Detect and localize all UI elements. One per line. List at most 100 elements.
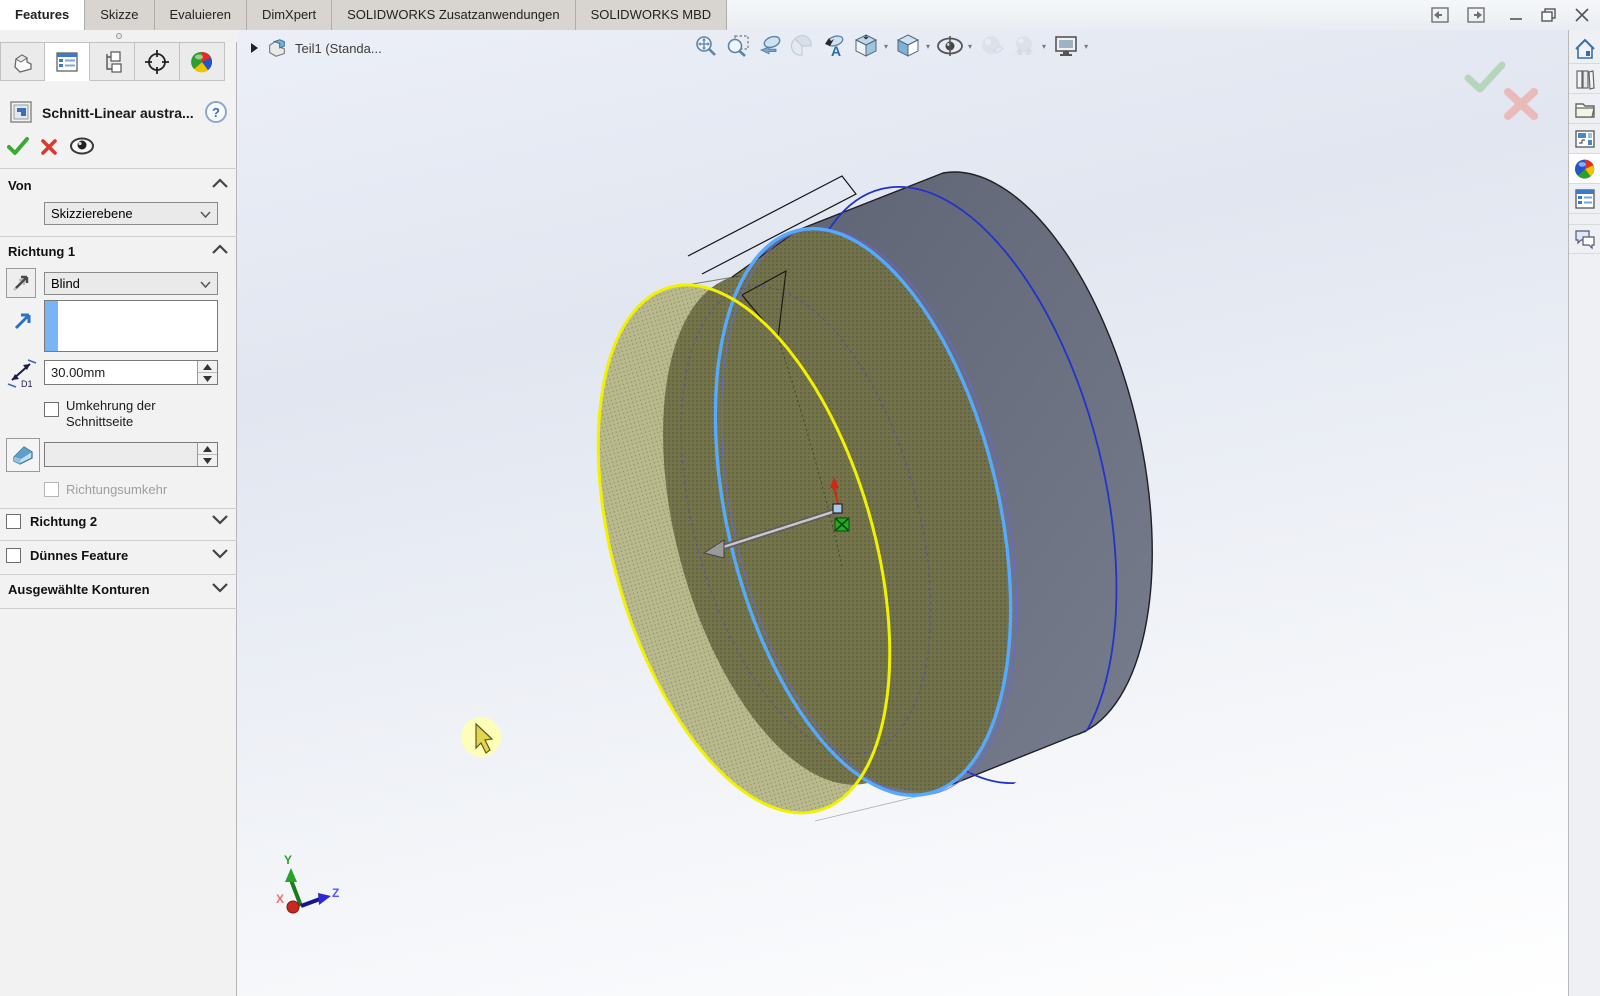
draft-reverse-checkbox bbox=[44, 482, 59, 497]
task-pane-home-button[interactable] bbox=[1569, 34, 1600, 64]
spinner-up-icon[interactable] bbox=[198, 443, 217, 455]
design-library-icon bbox=[1573, 67, 1597, 91]
folder-icon bbox=[1573, 97, 1597, 121]
draft-reverse-label: Richtungsumkehr bbox=[66, 482, 167, 498]
section-richtung2-label: Richtung 2 bbox=[30, 514, 97, 529]
task-pane-appearances-button[interactable] bbox=[1569, 154, 1600, 184]
cancel-button[interactable] bbox=[40, 138, 58, 156]
zoom-to-area-icon[interactable] bbox=[724, 32, 752, 60]
depth-d1-icon: D1 bbox=[4, 358, 40, 388]
end-condition-dropdown[interactable]: Blind bbox=[44, 272, 218, 295]
part-name-label: Teil1 (Standa... bbox=[295, 41, 382, 56]
von-dropdown-value: Skizzierebene bbox=[51, 206, 133, 221]
restore-icon[interactable] bbox=[1540, 7, 1558, 23]
tab-displaymanager[interactable] bbox=[180, 42, 225, 81]
view-orientation-icon[interactable] bbox=[852, 32, 880, 60]
dynamic-annotation-views-icon[interactable]: A bbox=[820, 32, 848, 60]
minimize-icon[interactable] bbox=[1508, 7, 1524, 23]
direction-selection-box[interactable] bbox=[44, 300, 218, 352]
window-controls bbox=[1430, 0, 1590, 30]
preview-eye-button[interactable] bbox=[68, 135, 96, 157]
configuration-icon bbox=[99, 49, 125, 75]
tab-configurationmanager[interactable] bbox=[90, 42, 135, 81]
part-document-icon bbox=[266, 37, 288, 59]
collapse-von-chevron-icon[interactable] bbox=[211, 178, 229, 189]
task-pane-file-explorer-button[interactable] bbox=[1569, 94, 1600, 124]
expand-richtung2-chevron-icon[interactable] bbox=[211, 514, 229, 525]
depth-spinner[interactable] bbox=[197, 361, 217, 384]
display-style-icon[interactable] bbox=[894, 32, 922, 60]
tab-solidworks-mbd[interactable]: SOLIDWORKS MBD bbox=[576, 0, 728, 30]
tab-dimxpert[interactable]: DimXpert bbox=[247, 0, 332, 30]
tab-skizze[interactable]: Skizze bbox=[85, 0, 154, 30]
reverse-direction-icon bbox=[10, 272, 32, 294]
svg-text:A: A bbox=[831, 43, 841, 58]
tab-zusatzanwendungen[interactable]: SOLIDWORKS Zusatzanwendungen bbox=[332, 0, 575, 30]
help-button[interactable]: ? bbox=[205, 101, 227, 123]
triad-z-label: Z bbox=[332, 886, 339, 900]
spinner-down-icon[interactable] bbox=[198, 373, 217, 384]
hide-show-items-icon[interactable] bbox=[936, 32, 964, 60]
section-thin-feature-label: Dünnes Feature bbox=[30, 548, 128, 563]
tab-featuremanager-tree[interactable] bbox=[0, 42, 45, 81]
dropdown-arrow-icon[interactable]: ▾ bbox=[1084, 42, 1088, 51]
previous-view-icon[interactable] bbox=[756, 32, 784, 60]
model-scene: Y Z X bbox=[237, 30, 1568, 996]
triad-x-label: X bbox=[276, 892, 284, 906]
tab-dimxpertmanager[interactable] bbox=[135, 42, 180, 81]
property-manager-panel: Schnitt-Linear austra... ? Von Skizziere… bbox=[0, 42, 237, 996]
dropdown-arrow-icon[interactable]: ▾ bbox=[884, 42, 888, 51]
panel-splitter-top[interactable] bbox=[0, 30, 248, 42]
confirm-cancel-icon bbox=[1508, 92, 1534, 116]
dropdown-arrow-icon[interactable]: ▾ bbox=[968, 42, 972, 51]
part-prism-icon bbox=[10, 49, 36, 75]
triad-y-label: Y bbox=[284, 853, 292, 867]
view-settings-icon[interactable] bbox=[1052, 32, 1080, 60]
collapse-right-icon[interactable] bbox=[1466, 6, 1486, 24]
task-pane-comments-button[interactable] bbox=[1569, 224, 1600, 254]
depth-value-field[interactable]: 30.00mm bbox=[44, 360, 218, 385]
collapse-left-icon[interactable] bbox=[1430, 6, 1450, 24]
draft-angle-spinner[interactable] bbox=[197, 443, 217, 466]
draft-wedge-icon bbox=[10, 443, 36, 467]
tab-features[interactable]: Features bbox=[0, 0, 85, 30]
expand-selected-contours-chevron-icon[interactable] bbox=[211, 582, 229, 593]
solidworks-window: { "command_tabs": { "items": [ { "label"… bbox=[0, 0, 1600, 996]
task-pane-view-palette-button[interactable] bbox=[1569, 124, 1600, 154]
draft-button[interactable] bbox=[6, 438, 40, 472]
spinner-down-icon[interactable] bbox=[198, 455, 217, 466]
dropdown-arrow-icon[interactable]: ▾ bbox=[1042, 42, 1046, 51]
reverse-direction-button[interactable] bbox=[6, 268, 36, 298]
graphics-viewport[interactable]: Y Z X Teil1 (Standa... A ▾ ▾ ▾ ▾ bbox=[237, 30, 1568, 996]
richtung2-checkbox[interactable] bbox=[6, 514, 21, 529]
tab-propertymanager[interactable] bbox=[45, 42, 90, 81]
expand-thin-feature-chevron-icon[interactable] bbox=[211, 548, 229, 559]
section-richtung1-label: Richtung 1 bbox=[8, 244, 75, 259]
flip-side-label: Umkehrung der Schnittseite bbox=[66, 398, 196, 430]
ok-button[interactable] bbox=[7, 136, 29, 156]
task-pane-design-library-button[interactable] bbox=[1569, 64, 1600, 94]
custom-properties-icon bbox=[1573, 187, 1597, 211]
collapse-richtung1-chevron-icon[interactable] bbox=[211, 244, 229, 255]
flyout-feature-tree[interactable]: Teil1 (Standa... bbox=[249, 37, 382, 59]
flip-side-checkbox[interactable] bbox=[44, 402, 59, 417]
property-form-icon bbox=[54, 49, 80, 75]
tab-evaluieren[interactable]: Evaluieren bbox=[155, 0, 247, 30]
cut-extrude-icon bbox=[8, 98, 36, 126]
expand-arrow-icon[interactable] bbox=[249, 42, 259, 54]
splitter-dot-icon bbox=[116, 33, 122, 39]
divider bbox=[0, 508, 237, 509]
svg-text:D1: D1 bbox=[21, 379, 33, 388]
dropdown-arrow-icon[interactable]: ▾ bbox=[926, 42, 930, 51]
divider bbox=[0, 236, 237, 237]
close-icon[interactable] bbox=[1574, 7, 1590, 23]
confirmation-corner[interactable] bbox=[1468, 65, 1534, 116]
thin-feature-checkbox[interactable] bbox=[6, 548, 21, 563]
spinner-up-icon[interactable] bbox=[198, 361, 217, 373]
zoom-to-fit-icon[interactable] bbox=[692, 32, 720, 60]
von-dropdown[interactable]: Skizzierebene bbox=[44, 202, 218, 225]
mouse-cursor bbox=[461, 717, 501, 757]
task-pane-custom-properties-button[interactable] bbox=[1569, 184, 1600, 214]
end-condition-value: Blind bbox=[51, 276, 80, 291]
apply-scene-icon bbox=[1010, 32, 1038, 60]
